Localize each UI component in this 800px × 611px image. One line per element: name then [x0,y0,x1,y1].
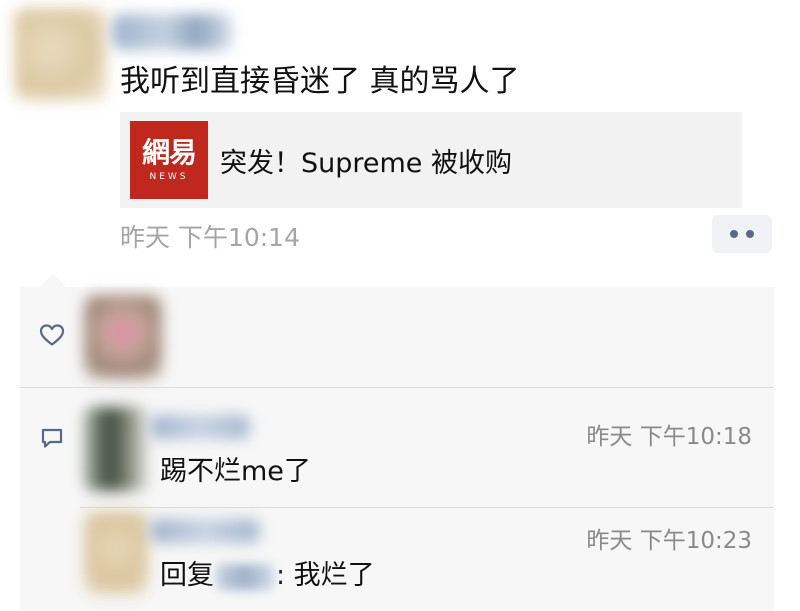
post-timestamp: 昨天 下午10:14 [120,223,300,252]
netease-news-logo: 網易 NEWS [130,121,208,199]
comment-timestamp: 昨天 下午10:18 [586,424,752,450]
poster-name[interactable] [112,14,232,50]
comment-text: 回复 : 我烂了 [160,553,375,592]
link-title: 突发！Supreme 被收购 [220,147,513,179]
panel-pointer [40,274,66,287]
comment-timestamp: 昨天 下午10:23 [586,528,752,554]
heart-icon [39,324,65,346]
likes-row [20,287,774,387]
post-text: 我听到直接昏迷了 真的骂人了 [120,64,520,99]
divider [20,387,774,388]
reply-text: : 我烂了 [276,560,375,591]
comment-item[interactable]: 昨天 下午10:18 踢不烂me了 [20,397,774,507]
commenter-avatar[interactable] [84,407,148,491]
reply-label: 回复 [160,560,214,591]
commenter-avatar[interactable] [84,511,148,595]
poster-avatar[interactable] [14,8,106,100]
shared-link-card[interactable]: 網易 NEWS 突发！Supreme 被收购 [120,112,742,208]
dot-icon [730,230,738,238]
dot-icon [746,230,754,238]
interaction-panel: 昨天 下午10:18 踢不烂me了 昨天 下午10:23 回复 : 我烂了 [20,287,774,611]
commenter-name[interactable] [150,415,250,439]
liker-avatar[interactable] [84,295,162,379]
comment-text: 踢不烂me了 [160,456,311,487]
reply-target-name[interactable] [216,563,274,590]
commenter-name[interactable] [150,519,260,543]
comment-item[interactable]: 昨天 下午10:23 回复 : 我烂了 [20,501,774,611]
more-actions-button[interactable] [712,215,772,253]
logo-cn-text: 網易 [141,136,197,169]
logo-en-text: NEWS [149,172,189,182]
